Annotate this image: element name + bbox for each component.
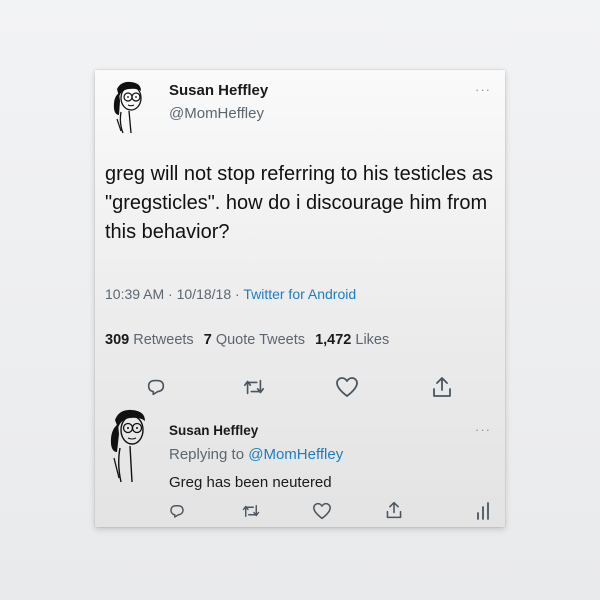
author-name[interactable]: Susan Heffley bbox=[169, 82, 268, 99]
retweet-icon[interactable] bbox=[242, 376, 266, 398]
retweets-stat[interactable]: 309 Retweets bbox=[105, 332, 194, 348]
share-icon[interactable] bbox=[431, 375, 453, 399]
reply-text: Greg has been neutered bbox=[169, 474, 332, 491]
quotes-count: 7 bbox=[203, 332, 212, 348]
quotes-stat[interactable]: 7 Quote Tweets bbox=[204, 332, 305, 348]
reply-icon[interactable] bbox=[168, 502, 186, 520]
reply-icon[interactable] bbox=[145, 376, 167, 398]
replying-handle-link[interactable]: @MomHeffley bbox=[248, 446, 343, 463]
like-icon[interactable] bbox=[312, 502, 332, 520]
retweets-label: Retweets bbox=[133, 332, 194, 348]
meta-separator: · bbox=[235, 286, 240, 302]
retweets-count: 309 bbox=[105, 332, 130, 348]
avatar[interactable] bbox=[107, 79, 151, 135]
tweet-source-link[interactable]: Twitter for Android bbox=[243, 286, 356, 302]
tweet-text: greg will not stop referring to his test… bbox=[105, 163, 493, 243]
more-options-icon[interactable]: ··· bbox=[475, 422, 491, 437]
replying-to: Replying to @MomHeffley bbox=[169, 446, 343, 463]
tweet-meta: 10:39 AM · 10/18/18 · Twitter for Androi… bbox=[105, 286, 356, 302]
tweet-stats: 309 Retweets 7 Quote Tweets 1,472 Likes bbox=[105, 332, 389, 348]
replying-prefix: Replying to bbox=[169, 446, 245, 463]
tweet-time: 10:39 AM bbox=[105, 286, 165, 302]
likes-label: Likes bbox=[355, 332, 390, 348]
retweet-icon[interactable] bbox=[241, 502, 261, 520]
tweet-date: 10/18/18 bbox=[176, 286, 232, 302]
likes-count: 1,472 bbox=[315, 332, 352, 348]
like-icon[interactable] bbox=[335, 376, 359, 398]
analytics-icon[interactable] bbox=[476, 502, 490, 520]
quotes-label: Quote Tweets bbox=[215, 332, 306, 348]
poster: Susan Heffley @MomHeffley ··· greg will … bbox=[95, 70, 505, 527]
meta-separator: · bbox=[168, 286, 173, 302]
author-handle[interactable]: @MomHeffley bbox=[169, 105, 264, 122]
likes-stat[interactable]: 1,472 Likes bbox=[315, 332, 389, 348]
share-icon[interactable] bbox=[385, 500, 403, 520]
more-options-icon[interactable]: ··· bbox=[475, 82, 491, 97]
avatar[interactable] bbox=[105, 406, 155, 484]
reply-author-name[interactable]: Susan Heffley bbox=[169, 423, 258, 438]
